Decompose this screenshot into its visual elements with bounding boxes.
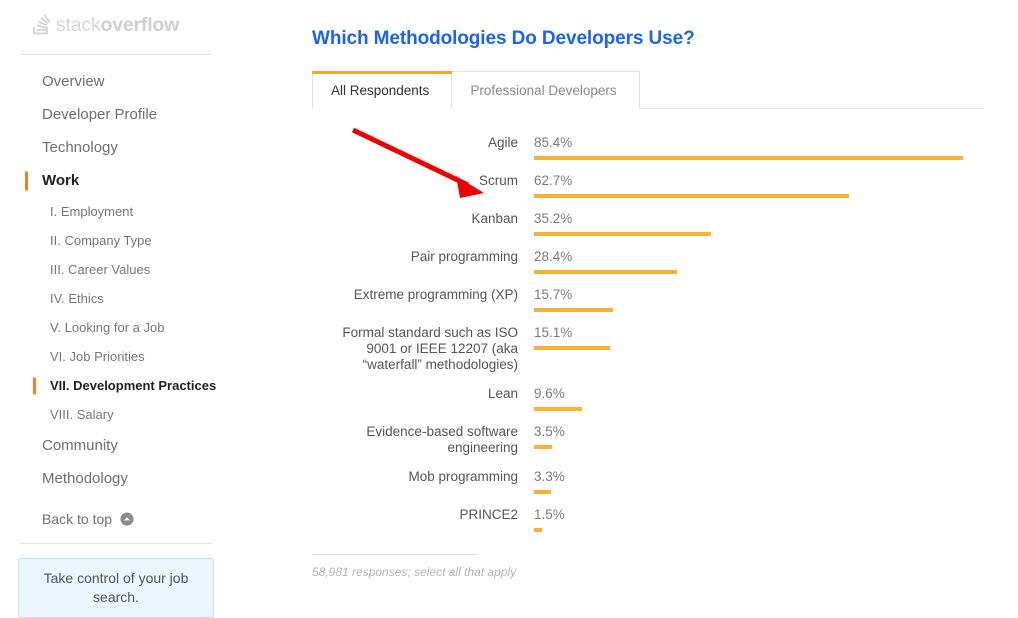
chart-footer-divider [312, 554, 477, 555]
bar-value-label: 35.2% [534, 211, 573, 226]
sidebar-item-career-values[interactable]: III. Career Values [0, 255, 232, 284]
bar-value-label: 15.7% [534, 287, 573, 302]
chart-row: Extreme programming (XP) 15.7% [312, 287, 1012, 312]
stack-overflow-logo-icon [32, 14, 51, 35]
bar-value-label: 62.7% [534, 173, 573, 188]
bar-category-label: Kanban [471, 211, 518, 226]
sidebar-bottom-divider [20, 543, 212, 544]
sidebar-item-development-practices[interactable]: VII. Development Practices [0, 371, 232, 400]
job-search-promo[interactable]: Take control of your job search. [18, 558, 214, 618]
bar-track: 15.1% [534, 325, 1012, 350]
sidebar-item-job-priorities[interactable]: VI. Job Priorities [0, 342, 232, 371]
sidebar-item-salary[interactable]: VIII. Salary [0, 400, 232, 429]
bar-fill [534, 407, 583, 411]
back-to-top-label: Back to top [42, 511, 113, 527]
bar-track: 85.4% [534, 135, 1012, 160]
bar-value-label: 3.5% [534, 424, 565, 439]
bar-track: 3.5% [534, 424, 1012, 449]
bar-value-label: 3.3% [534, 469, 565, 484]
sidebar-item-technology[interactable]: Technology [0, 131, 232, 164]
chart-row: Pair programming 28.4% [312, 249, 1012, 274]
logo-wordmark: stackoverflow [56, 14, 179, 37]
chart-row: Kanban 35.2% [312, 211, 1012, 236]
sidebar-item-looking-for-a-job[interactable]: V. Looking for a Job [0, 313, 232, 342]
sidebar-item-overview[interactable]: Overview [0, 65, 232, 98]
sidebar-item-company-type[interactable]: II. Company Type [0, 226, 232, 255]
bar-value-label: 9.6% [534, 386, 565, 401]
bar-value-label: 1.5% [534, 507, 565, 522]
chevron-up-circle-icon [120, 512, 134, 526]
sidebar-item-employment[interactable]: I. Employment [0, 197, 232, 226]
bar-track: 9.6% [534, 386, 1012, 411]
bar-category-label: Extreme programming (XP) [353, 287, 518, 302]
chart-row: Agile 85.4% [312, 135, 1012, 160]
tab-professional-developers[interactable]: Professional Developers [452, 71, 640, 109]
chart-row: PRINCE2 1.5% [312, 507, 1012, 532]
survey-page: stackoverflow Overview Developer Profile… [0, 0, 1018, 618]
chart-response-note: 58,981 responses; select all that apply [312, 565, 517, 579]
chart-row: Scrum 62.7% [312, 173, 1012, 198]
bar-track: 15.7% [534, 287, 1012, 312]
bar-value-label: 15.1% [534, 325, 573, 340]
bar-fill [534, 490, 551, 494]
bar-fill [534, 270, 677, 274]
bar-track: 28.4% [534, 249, 1012, 274]
sidebar-item-work[interactable]: Work [0, 164, 232, 197]
bar-category-label: Formal standard such as ISO 9001 or IEEE… [342, 325, 518, 372]
page-title: Which Methodologies Do Developers Use? [312, 28, 695, 49]
bar-fill [534, 194, 849, 198]
main-content: Which Methodologies Do Developers Use? A… [232, 0, 1018, 579]
respondent-tabs: All Respondents Professional Developers [312, 70, 984, 109]
bar-fill [534, 232, 711, 236]
back-to-top-button[interactable]: Back to top [0, 511, 232, 527]
logo-text-bold: overflow [100, 13, 180, 36]
bar-category-label: Mob programming [408, 469, 518, 484]
chart-row: Evidence-based software engineering 3.5% [312, 424, 1012, 456]
bar-track: 62.7% [534, 173, 1012, 198]
bar-category-label: PRINCE2 [459, 507, 518, 522]
bar-fill [534, 308, 613, 312]
bar-fill [534, 346, 610, 350]
chart-row: Mob programming 3.3% [312, 469, 1012, 494]
bar-category-label: Scrum [478, 173, 518, 188]
bar-fill [534, 156, 963, 160]
tab-all-respondents[interactable]: All Respondents [312, 71, 453, 109]
bar-track: 3.3% [534, 469, 1012, 494]
sidebar-item-ethics[interactable]: IV. Ethics [0, 284, 232, 313]
logo-text-light: stack [56, 13, 101, 36]
job-search-promo-text: Take control of your job search. [43, 570, 189, 605]
bar-track: 1.5% [534, 507, 1012, 532]
sidebar-nav: Overview Developer Profile Technology Wo… [0, 55, 232, 495]
sidebar: stackoverflow Overview Developer Profile… [0, 0, 232, 618]
bar-value-label: 28.4% [534, 249, 573, 264]
sidebar-item-community[interactable]: Community [0, 429, 232, 462]
site-logo[interactable]: stackoverflow [0, 0, 232, 42]
bar-fill [534, 445, 552, 449]
bar-category-label: Lean [487, 386, 518, 401]
bar-track: 35.2% [534, 211, 1012, 236]
bar-category-label: Agile [487, 135, 518, 150]
methodologies-bar-chart: Agile 85.4% Scrum 62.7% Kanban 35.2% Pai… [312, 135, 1012, 579]
chart-row: Lean 9.6% [312, 386, 1012, 411]
bar-category-label: Pair programming [410, 249, 518, 264]
bar-value-label: 85.4% [534, 135, 573, 150]
bar-category-label: Evidence-based software engineering [366, 424, 518, 455]
chart-row: Formal standard such as ISO 9001 or IEEE… [312, 325, 1012, 373]
bar-fill [534, 528, 542, 532]
sidebar-item-developer-profile[interactable]: Developer Profile [0, 98, 232, 131]
sidebar-item-methodology[interactable]: Methodology [0, 462, 232, 495]
